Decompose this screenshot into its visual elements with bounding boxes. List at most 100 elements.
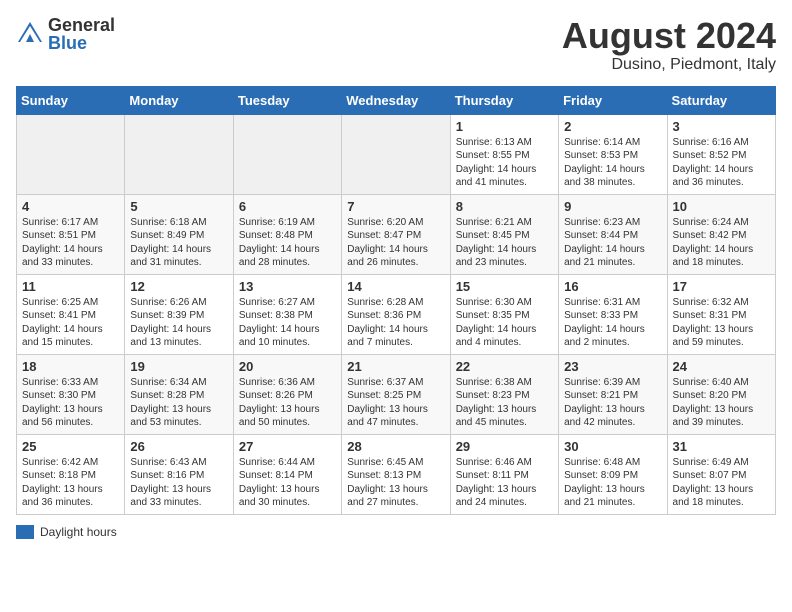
day-number: 28 <box>347 439 444 454</box>
day-number: 15 <box>456 279 553 294</box>
logo-general-text: General <box>48 16 115 34</box>
day-number: 4 <box>22 199 119 214</box>
day-info: Sunrise: 6:42 AM Sunset: 8:18 PM Dayligh… <box>22 456 119 510</box>
logo-icon <box>16 20 44 48</box>
calendar-cell: 26 Sunrise: 6:43 AM Sunset: 8:16 PM Dayli… <box>125 434 233 514</box>
col-header-wednesday: Wednesday <box>342 86 450 114</box>
day-number: 24 <box>673 359 770 374</box>
day-info: Sunrise: 6:24 AM Sunset: 8:42 PM Dayligh… <box>673 216 770 270</box>
day-number: 11 <box>22 279 119 294</box>
logo: General Blue <box>16 16 115 52</box>
calendar-cell: 19 Sunrise: 6:34 AM Sunset: 8:28 PM Dayli… <box>125 354 233 434</box>
title-block: August 2024 Dusino, Piedmont, Italy <box>562 16 776 74</box>
page-header: General Blue August 2024 Dusino, Piedmon… <box>16 16 776 74</box>
day-number: 9 <box>564 199 661 214</box>
day-number: 2 <box>564 119 661 134</box>
day-info: Sunrise: 6:40 AM Sunset: 8:20 PM Dayligh… <box>673 376 770 430</box>
calendar-cell <box>233 114 341 194</box>
calendar-cell: 15 Sunrise: 6:30 AM Sunset: 8:35 PM Dayli… <box>450 274 558 354</box>
day-number: 19 <box>130 359 227 374</box>
calendar-cell: 22Sunrise: 6:38 AM Sunset: 8:23 PM Dayli… <box>450 354 558 434</box>
day-number: 21 <box>347 359 444 374</box>
day-number: 8 <box>456 199 553 214</box>
calendar-header-row: SundayMondayTuesdayWednesdayThursdayFrid… <box>17 86 776 114</box>
day-info: Sunrise: 6:23 AM Sunset: 8:44 PM Dayligh… <box>564 216 661 270</box>
day-number: 17 <box>673 279 770 294</box>
calendar-cell: 31 Sunrise: 6:49 AM Sunset: 8:07 PM Dayli… <box>667 434 775 514</box>
day-number: 6 <box>239 199 336 214</box>
calendar-cell: 24 Sunrise: 6:40 AM Sunset: 8:20 PM Dayli… <box>667 354 775 434</box>
calendar-cell: 9 Sunrise: 6:23 AM Sunset: 8:44 PM Daylig… <box>559 194 667 274</box>
calendar-cell <box>342 114 450 194</box>
day-number: 18 <box>22 359 119 374</box>
day-info: Sunrise: 6:18 AM Sunset: 8:49 PM Dayligh… <box>130 216 227 270</box>
calendar-row: 11 Sunrise: 6:25 AM Sunset: 8:41 PM Dayli… <box>17 274 776 354</box>
col-header-saturday: Saturday <box>667 86 775 114</box>
day-info: Sunrise: 6:48 AM Sunset: 8:09 PM Dayligh… <box>564 456 661 510</box>
day-info: Sunrise: 6:31 AM Sunset: 8:33 PM Dayligh… <box>564 296 661 350</box>
day-info: Sunrise: 6:16 AM Sunset: 8:52 PM Dayligh… <box>673 136 770 190</box>
day-info: Sunrise: 6:44 AM Sunset: 8:14 PM Dayligh… <box>239 456 336 510</box>
day-number: 26 <box>130 439 227 454</box>
calendar-cell: 2 Sunrise: 6:14 AM Sunset: 8:53 PM Daylig… <box>559 114 667 194</box>
col-header-friday: Friday <box>559 86 667 114</box>
day-info: Sunrise: 6:13 AM Sunset: 8:55 PM Dayligh… <box>456 136 553 190</box>
day-info: Sunrise: 6:32 AM Sunset: 8:31 PM Dayligh… <box>673 296 770 350</box>
day-number: 1 <box>456 119 553 134</box>
day-number: 27 <box>239 439 336 454</box>
day-info: Sunrise: 6:28 AM Sunset: 8:36 PM Dayligh… <box>347 296 444 350</box>
day-number: 16 <box>564 279 661 294</box>
day-number: 14 <box>347 279 444 294</box>
day-info: Sunrise: 6:34 AM Sunset: 8:28 PM Dayligh… <box>130 376 227 430</box>
day-info: Sunrise: 6:21 AM Sunset: 8:45 PM Dayligh… <box>456 216 553 270</box>
calendar-cell: 14 Sunrise: 6:28 AM Sunset: 8:36 PM Dayli… <box>342 274 450 354</box>
day-number: 23 <box>564 359 661 374</box>
day-number: 30 <box>564 439 661 454</box>
day-info: Sunrise: 6:46 AM Sunset: 8:11 PM Dayligh… <box>456 456 553 510</box>
calendar-cell: 3 Sunrise: 6:16 AM Sunset: 8:52 PM Daylig… <box>667 114 775 194</box>
calendar-cell: 30 Sunrise: 6:48 AM Sunset: 8:09 PM Dayli… <box>559 434 667 514</box>
calendar-cell: 7Sunrise: 6:20 AM Sunset: 8:47 PM Daylig… <box>342 194 450 274</box>
logo-blue-text: Blue <box>48 34 115 52</box>
calendar-cell: 5Sunrise: 6:18 AM Sunset: 8:49 PM Daylig… <box>125 194 233 274</box>
col-header-monday: Monday <box>125 86 233 114</box>
day-info: Sunrise: 6:14 AM Sunset: 8:53 PM Dayligh… <box>564 136 661 190</box>
day-number: 10 <box>673 199 770 214</box>
calendar-row: 18 Sunrise: 6:33 AM Sunset: 8:30 PM Dayli… <box>17 354 776 434</box>
day-number: 25 <box>22 439 119 454</box>
day-info: Sunrise: 6:37 AM Sunset: 8:25 PM Dayligh… <box>347 376 444 430</box>
day-number: 3 <box>673 119 770 134</box>
day-info: Sunrise: 6:49 AM Sunset: 8:07 PM Dayligh… <box>673 456 770 510</box>
day-info: Sunrise: 6:27 AM Sunset: 8:38 PM Dayligh… <box>239 296 336 350</box>
calendar-cell: 10 Sunrise: 6:24 AM Sunset: 8:42 PM Dayli… <box>667 194 775 274</box>
day-number: 12 <box>130 279 227 294</box>
calendar-cell: 13 Sunrise: 6:27 AM Sunset: 8:38 PM Dayli… <box>233 274 341 354</box>
location: Dusino, Piedmont, Italy <box>562 56 776 74</box>
calendar-cell: 16 Sunrise: 6:31 AM Sunset: 8:33 PM Dayli… <box>559 274 667 354</box>
day-info: Sunrise: 6:33 AM Sunset: 8:30 PM Dayligh… <box>22 376 119 430</box>
calendar-row: 25 Sunrise: 6:42 AM Sunset: 8:18 PM Dayli… <box>17 434 776 514</box>
calendar-cell: 4 Sunrise: 6:17 AM Sunset: 8:51 PM Daylig… <box>17 194 125 274</box>
day-info: Sunrise: 6:36 AM Sunset: 8:26 PM Dayligh… <box>239 376 336 430</box>
calendar-cell: 20 Sunrise: 6:36 AM Sunset: 8:26 PM Dayli… <box>233 354 341 434</box>
day-info: Sunrise: 6:30 AM Sunset: 8:35 PM Dayligh… <box>456 296 553 350</box>
calendar-cell: 28 Sunrise: 6:45 AM Sunset: 8:13 PM Dayli… <box>342 434 450 514</box>
calendar-cell <box>125 114 233 194</box>
day-info: Sunrise: 6:25 AM Sunset: 8:41 PM Dayligh… <box>22 296 119 350</box>
calendar-cell: 18 Sunrise: 6:33 AM Sunset: 8:30 PM Dayli… <box>17 354 125 434</box>
calendar-cell: 17 Sunrise: 6:32 AM Sunset: 8:31 PM Dayli… <box>667 274 775 354</box>
calendar-cell: 27 Sunrise: 6:44 AM Sunset: 8:14 PM Dayli… <box>233 434 341 514</box>
day-number: 20 <box>239 359 336 374</box>
day-info: Sunrise: 6:45 AM Sunset: 8:13 PM Dayligh… <box>347 456 444 510</box>
day-number: 31 <box>673 439 770 454</box>
legend-label: Daylight hours <box>40 525 117 539</box>
calendar-cell <box>17 114 125 194</box>
day-info: Sunrise: 6:38 AM Sunset: 8:23 PM Dayligh… <box>456 376 553 430</box>
day-info: Sunrise: 6:17 AM Sunset: 8:51 PM Dayligh… <box>22 216 119 270</box>
legend: Daylight hours <box>16 525 776 539</box>
calendar-cell: 23Sunrise: 6:39 AM Sunset: 8:21 PM Dayli… <box>559 354 667 434</box>
calendar-cell: 11 Sunrise: 6:25 AM Sunset: 8:41 PM Dayli… <box>17 274 125 354</box>
day-info: Sunrise: 6:43 AM Sunset: 8:16 PM Dayligh… <box>130 456 227 510</box>
calendar-table: SundayMondayTuesdayWednesdayThursdayFrid… <box>16 86 776 515</box>
day-number: 13 <box>239 279 336 294</box>
